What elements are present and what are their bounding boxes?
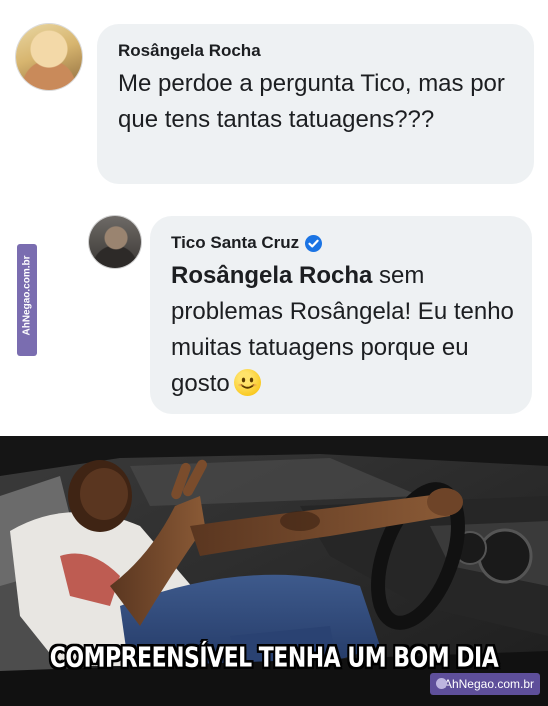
reply-text: Rosângela Rocha sem problemas Rosângela!… <box>171 258 521 402</box>
smiling-face-icon <box>233 369 261 396</box>
side-watermark: AhNegao.com.br <box>17 244 37 356</box>
reply-bubble: Tico Santa Cruz Rosângela Rocha sem prob… <box>150 216 532 414</box>
avatar-tico[interactable] <box>89 216 141 268</box>
comment-bubble: Rosângela Rocha Me perdoe a pergunta Tic… <box>97 24 534 184</box>
verified-badge-icon <box>305 234 323 252</box>
watermark-logo-icon <box>436 678 447 689</box>
avatar-rosangela[interactable] <box>16 24 82 90</box>
reply-mention[interactable]: Rosângela Rocha <box>171 262 372 289</box>
corner-watermark: AhNegao.com.br <box>430 673 540 695</box>
reply-author-row: Tico Santa Cruz <box>171 233 323 253</box>
reply-author[interactable]: Tico Santa Cruz <box>171 233 299 253</box>
comment-text: Me perdoe a pergunta Tico, mas por que t… <box>118 70 505 133</box>
comment-author[interactable]: Rosângela Rocha <box>118 41 261 61</box>
corner-watermark-text: AhNegao.com.br <box>443 677 534 691</box>
meme-caption: COMPREENSÍVEL TENHA UM BOM DIA <box>49 642 499 675</box>
side-watermark-text: AhNegao.com.br <box>21 255 33 336</box>
